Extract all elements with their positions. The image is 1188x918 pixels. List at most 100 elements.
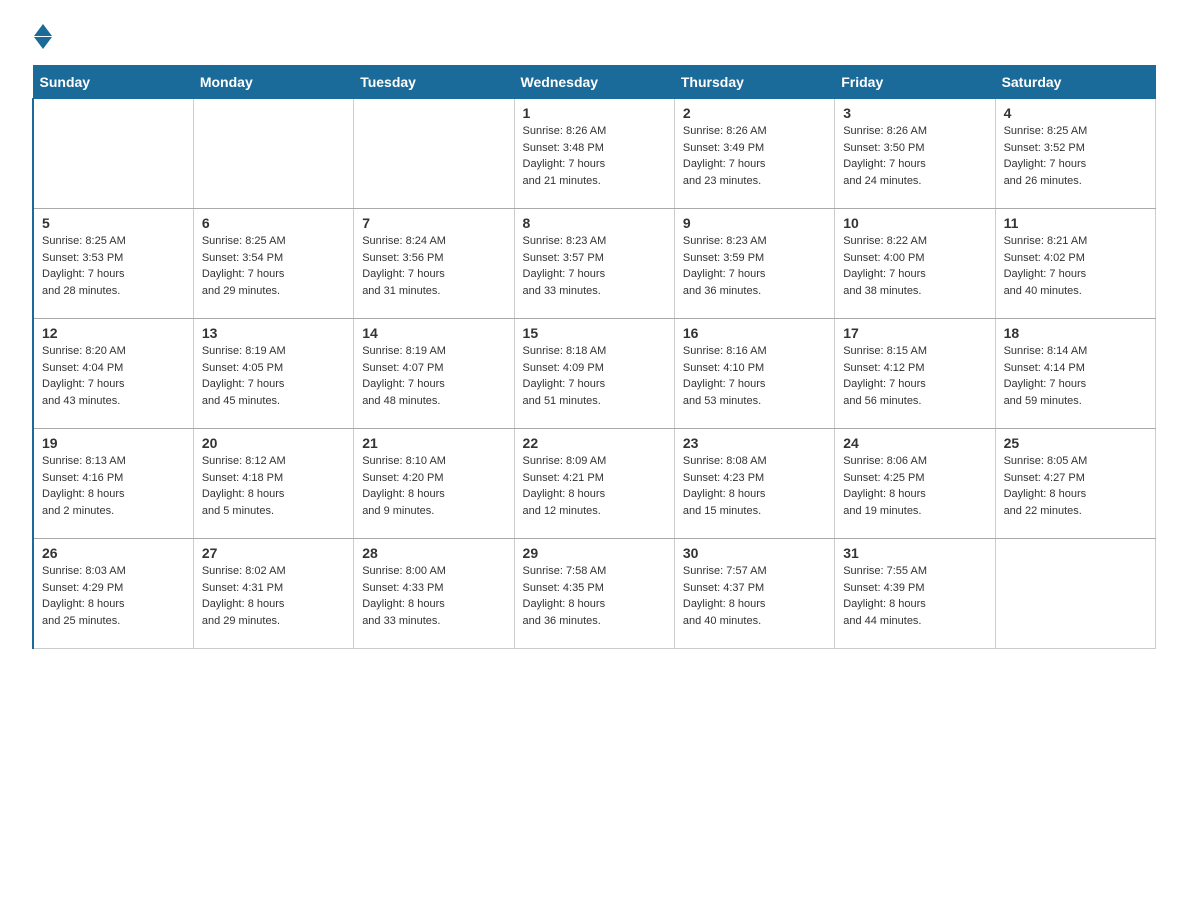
calendar-cell: 3 Sunrise: 8:26 AM Sunset: 3:50 PM Daylig… [835, 99, 995, 209]
calendar-cell: 12 Sunrise: 8:20 AM Sunset: 4:04 PM Dayli… [33, 319, 193, 429]
day-info: Sunrise: 8:00 AM Sunset: 4:33 PM Dayligh… [362, 563, 505, 629]
day-info: Sunrise: 8:16 AM Sunset: 4:10 PM Dayligh… [683, 343, 826, 409]
day-info: Sunrise: 8:26 AM Sunset: 3:50 PM Dayligh… [843, 123, 986, 189]
day-info: Sunrise: 8:23 AM Sunset: 3:57 PM Dayligh… [523, 233, 666, 299]
day-info: Sunrise: 7:55 AM Sunset: 4:39 PM Dayligh… [843, 563, 986, 629]
calendar-week-1: 1 Sunrise: 8:26 AM Sunset: 3:48 PM Daylig… [33, 99, 1156, 209]
day-number: 15 [523, 325, 666, 341]
calendar-cell [33, 99, 193, 209]
day-info: Sunrise: 8:19 AM Sunset: 4:05 PM Dayligh… [202, 343, 345, 409]
day-number: 31 [843, 545, 986, 561]
day-info: Sunrise: 8:20 AM Sunset: 4:04 PM Dayligh… [42, 343, 185, 409]
day-info: Sunrise: 8:21 AM Sunset: 4:02 PM Dayligh… [1004, 233, 1147, 299]
calendar-cell: 10 Sunrise: 8:22 AM Sunset: 4:00 PM Dayli… [835, 209, 995, 319]
day-info: Sunrise: 8:14 AM Sunset: 4:14 PM Dayligh… [1004, 343, 1147, 409]
day-info: Sunrise: 8:25 AM Sunset: 3:53 PM Dayligh… [42, 233, 185, 299]
calendar-week-4: 19 Sunrise: 8:13 AM Sunset: 4:16 PM Dayli… [33, 429, 1156, 539]
day-info: Sunrise: 8:08 AM Sunset: 4:23 PM Dayligh… [683, 453, 826, 519]
day-info: Sunrise: 8:22 AM Sunset: 4:00 PM Dayligh… [843, 233, 986, 299]
page-header [32, 24, 1156, 49]
day-number: 22 [523, 435, 666, 451]
day-number: 14 [362, 325, 505, 341]
calendar-cell: 4 Sunrise: 8:25 AM Sunset: 3:52 PM Daylig… [995, 99, 1155, 209]
calendar-cell: 2 Sunrise: 8:26 AM Sunset: 3:49 PM Daylig… [674, 99, 834, 209]
header-tuesday: Tuesday [354, 66, 514, 99]
day-info: Sunrise: 8:25 AM Sunset: 3:54 PM Dayligh… [202, 233, 345, 299]
calendar-cell: 13Sunrise: 8:19 AM Sunset: 4:05 PM Dayli… [193, 319, 353, 429]
day-info: Sunrise: 8:26 AM Sunset: 3:49 PM Dayligh… [683, 123, 826, 189]
calendar-cell: 24 Sunrise: 8:06 AM Sunset: 4:25 PM Dayli… [835, 429, 995, 539]
header-friday: Friday [835, 66, 995, 99]
header-wednesday: Wednesday [514, 66, 674, 99]
calendar-cell: 23Sunrise: 8:08 AM Sunset: 4:23 PM Dayli… [674, 429, 834, 539]
day-info: Sunrise: 7:57 AM Sunset: 4:37 PM Dayligh… [683, 563, 826, 629]
day-info: Sunrise: 8:19 AM Sunset: 4:07 PM Dayligh… [362, 343, 505, 409]
header-thursday: Thursday [674, 66, 834, 99]
calendar-cell: 1 Sunrise: 8:26 AM Sunset: 3:48 PM Daylig… [514, 99, 674, 209]
calendar-cell [193, 99, 353, 209]
day-info: Sunrise: 8:06 AM Sunset: 4:25 PM Dayligh… [843, 453, 986, 519]
header-monday: Monday [193, 66, 353, 99]
day-number: 25 [1004, 435, 1147, 451]
day-number: 30 [683, 545, 826, 561]
day-info: Sunrise: 7:58 AM Sunset: 4:35 PM Dayligh… [523, 563, 666, 629]
day-number: 6 [202, 215, 345, 231]
day-number: 26 [42, 545, 185, 561]
day-number: 11 [1004, 215, 1147, 231]
day-info: Sunrise: 8:09 AM Sunset: 4:21 PM Dayligh… [523, 453, 666, 519]
calendar-cell: 21 Sunrise: 8:10 AM Sunset: 4:20 PM Dayli… [354, 429, 514, 539]
day-info: Sunrise: 8:13 AM Sunset: 4:16 PM Dayligh… [42, 453, 185, 519]
day-number: 12 [42, 325, 185, 341]
day-info: Sunrise: 8:03 AM Sunset: 4:29 PM Dayligh… [42, 563, 185, 629]
day-number: 17 [843, 325, 986, 341]
day-info: Sunrise: 8:15 AM Sunset: 4:12 PM Dayligh… [843, 343, 986, 409]
header-sunday: Sunday [33, 66, 193, 99]
calendar-cell: 15 Sunrise: 8:18 AM Sunset: 4:09 PM Dayli… [514, 319, 674, 429]
day-number: 2 [683, 105, 826, 121]
day-info: Sunrise: 8:18 AM Sunset: 4:09 PM Dayligh… [523, 343, 666, 409]
day-number: 19 [42, 435, 185, 451]
day-number: 9 [683, 215, 826, 231]
calendar-cell: 30 Sunrise: 7:57 AM Sunset: 4:37 PM Dayli… [674, 539, 834, 649]
day-number: 10 [843, 215, 986, 231]
day-info: Sunrise: 8:26 AM Sunset: 3:48 PM Dayligh… [523, 123, 666, 189]
day-info: Sunrise: 8:02 AM Sunset: 4:31 PM Dayligh… [202, 563, 345, 629]
calendar-cell: 29 Sunrise: 7:58 AM Sunset: 4:35 PM Dayli… [514, 539, 674, 649]
calendar-cell: 16 Sunrise: 8:16 AM Sunset: 4:10 PM Dayli… [674, 319, 834, 429]
calendar-cell: 7 Sunrise: 8:24 AM Sunset: 3:56 PM Daylig… [354, 209, 514, 319]
day-number: 28 [362, 545, 505, 561]
day-number: 18 [1004, 325, 1147, 341]
day-info: Sunrise: 8:24 AM Sunset: 3:56 PM Dayligh… [362, 233, 505, 299]
day-info: Sunrise: 8:12 AM Sunset: 4:18 PM Dayligh… [202, 453, 345, 519]
day-number: 16 [683, 325, 826, 341]
calendar-cell: 27 Sunrise: 8:02 AM Sunset: 4:31 PM Dayli… [193, 539, 353, 649]
calendar-cell [354, 99, 514, 209]
day-number: 4 [1004, 105, 1147, 121]
day-info: Sunrise: 8:10 AM Sunset: 4:20 PM Dayligh… [362, 453, 505, 519]
calendar-cell: 8Sunrise: 8:23 AM Sunset: 3:57 PM Daylig… [514, 209, 674, 319]
day-number: 27 [202, 545, 345, 561]
day-number: 5 [42, 215, 185, 231]
calendar-cell: 19 Sunrise: 8:13 AM Sunset: 4:16 PM Dayli… [33, 429, 193, 539]
calendar-week-2: 5 Sunrise: 8:25 AM Sunset: 3:53 PM Daylig… [33, 209, 1156, 319]
calendar-cell: 31 Sunrise: 7:55 AM Sunset: 4:39 PM Dayli… [835, 539, 995, 649]
calendar-cell: 17 Sunrise: 8:15 AM Sunset: 4:12 PM Dayli… [835, 319, 995, 429]
header-saturday: Saturday [995, 66, 1155, 99]
day-number: 3 [843, 105, 986, 121]
calendar-cell: 25Sunrise: 8:05 AM Sunset: 4:27 PM Dayli… [995, 429, 1155, 539]
day-number: 1 [523, 105, 666, 121]
calendar-cell: 14 Sunrise: 8:19 AM Sunset: 4:07 PM Dayli… [354, 319, 514, 429]
day-number: 7 [362, 215, 505, 231]
calendar-cell: 11 Sunrise: 8:21 AM Sunset: 4:02 PM Dayli… [995, 209, 1155, 319]
calendar-cell: 28 Sunrise: 8:00 AM Sunset: 4:33 PM Dayli… [354, 539, 514, 649]
calendar-week-3: 12 Sunrise: 8:20 AM Sunset: 4:04 PM Dayli… [33, 319, 1156, 429]
day-number: 29 [523, 545, 666, 561]
day-info: Sunrise: 8:25 AM Sunset: 3:52 PM Dayligh… [1004, 123, 1147, 189]
calendar-table: SundayMondayTuesdayWednesdayThursdayFrid… [32, 65, 1156, 649]
calendar-cell: 20Sunrise: 8:12 AM Sunset: 4:18 PM Dayli… [193, 429, 353, 539]
calendar-cell: 18 Sunrise: 8:14 AM Sunset: 4:14 PM Dayli… [995, 319, 1155, 429]
calendar-cell: 26 Sunrise: 8:03 AM Sunset: 4:29 PM Dayli… [33, 539, 193, 649]
day-number: 24 [843, 435, 986, 451]
day-number: 21 [362, 435, 505, 451]
calendar-cell: 9Sunrise: 8:23 AM Sunset: 3:59 PM Daylig… [674, 209, 834, 319]
